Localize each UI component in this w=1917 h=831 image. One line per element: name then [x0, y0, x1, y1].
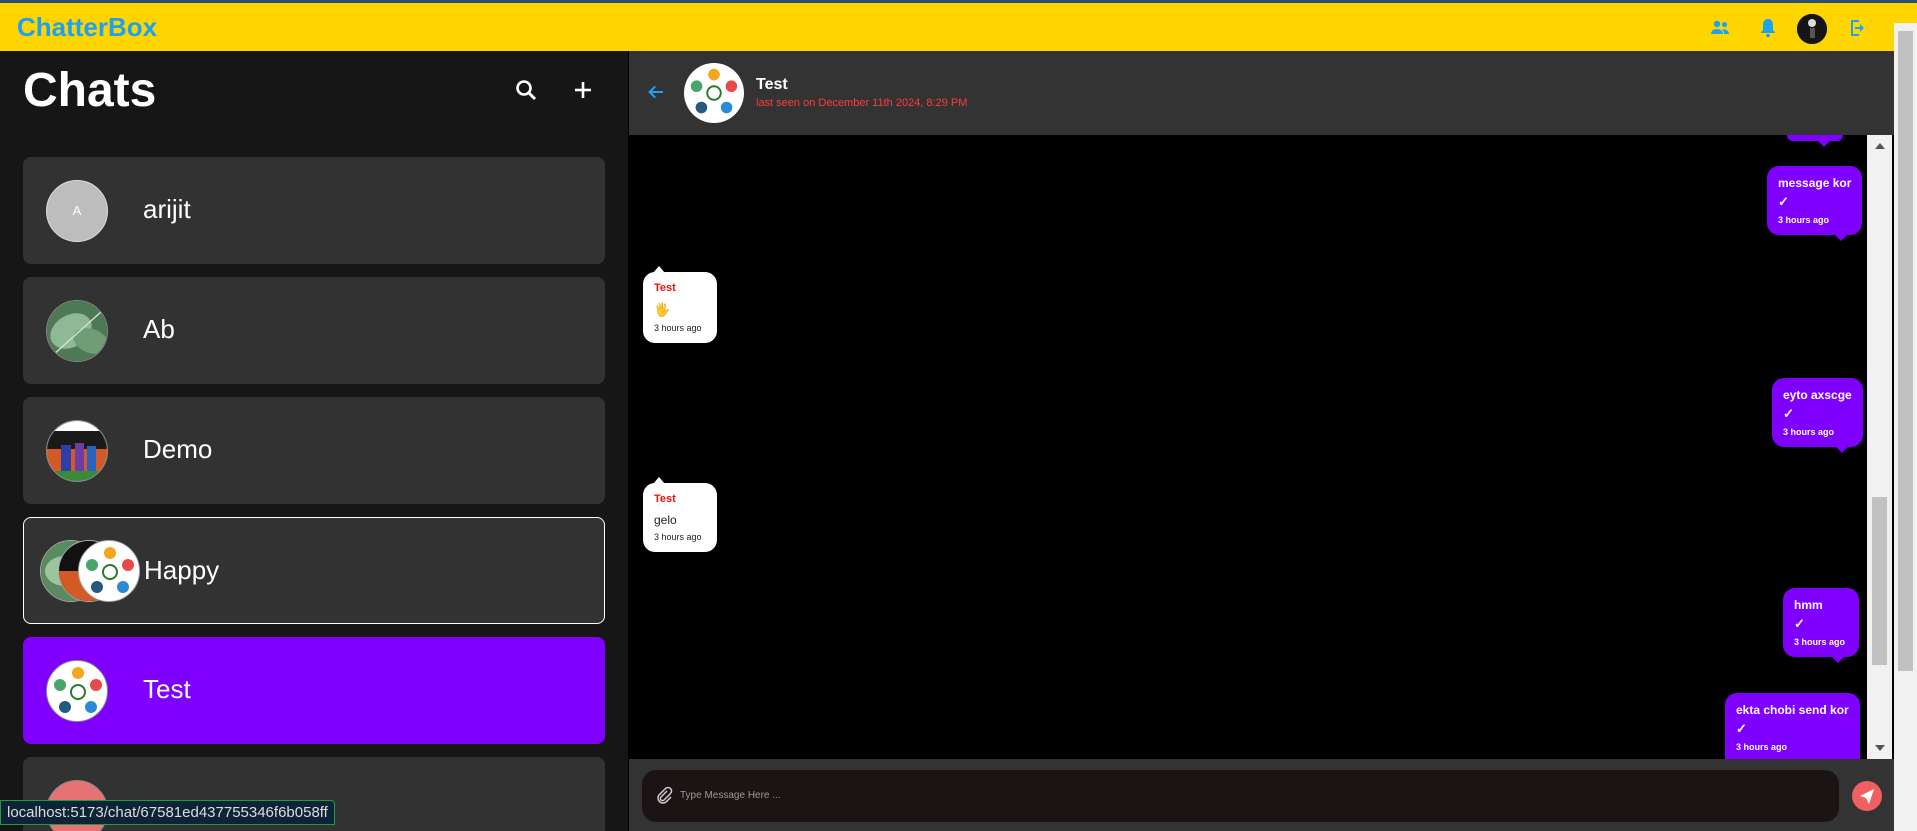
message-input[interactable]	[680, 780, 1820, 810]
status-bar-url: localhost:5173/chat/67581ed437755346f6b0…	[0, 800, 335, 825]
message-bubble-received: Test 🖐 3 hours ago	[643, 266, 717, 343]
chat-sidebar: Chats A arijit Ab Demo Happy Test	[0, 51, 628, 831]
chat-name: arijit	[143, 194, 191, 224]
chat-item-demo[interactable]: Demo	[23, 397, 605, 504]
search-icon[interactable]	[511, 75, 541, 105]
chat-item-test[interactable]: Test	[23, 637, 605, 744]
message-bubble-sent: message kor ✓ 3 hours ago	[1767, 166, 1863, 241]
page-scrollbar[interactable]	[1894, 23, 1917, 831]
user-avatar[interactable]	[1797, 14, 1827, 44]
message-bubble-received: Test gelo 3 hours ago	[643, 477, 717, 552]
top-bar: ChatterBox	[0, 0, 1917, 51]
message-composer	[629, 759, 1894, 831]
chat-item-ab[interactable]: Ab	[23, 277, 605, 384]
send-icon	[1860, 789, 1874, 804]
chat-avatar[interactable]	[684, 63, 744, 123]
logout-icon[interactable]	[1846, 16, 1870, 40]
chat-name: Test	[143, 674, 191, 704]
message-bubble-sent: hmm ✓ 3 hours ago	[1783, 588, 1859, 663]
sidebar-title: Chats	[23, 64, 157, 117]
avatar	[46, 300, 108, 362]
app-root: ChatterBox Chats A arijit Ab Demo Happy …	[0, 0, 1917, 831]
messages-scrollbar[interactable]	[1867, 135, 1892, 759]
paperclip-icon[interactable]	[654, 785, 674, 805]
page-scroll-thumb[interactable]	[1898, 31, 1913, 671]
last-seen-text: last seen on December 11th 2024, 8:29 PM	[756, 97, 968, 109]
scroll-up-arrow-icon[interactable]	[1875, 143, 1885, 149]
chat-title: Test	[756, 76, 788, 93]
brand-logo[interactable]: ChatterBox	[17, 12, 157, 43]
message-input-wrapper	[642, 770, 1839, 822]
message-bubble-sent: eyto axscge ✓ 3 hours ago	[1772, 378, 1863, 453]
scroll-thumb[interactable]	[1872, 497, 1887, 665]
chat-panel: Test last seen on December 11th 2024, 8:…	[629, 51, 1894, 831]
plus-icon[interactable]	[568, 75, 598, 105]
avatar	[46, 420, 108, 482]
message-bubble-partial	[1787, 135, 1843, 147]
group-avatars	[40, 540, 140, 602]
avatar	[46, 660, 108, 722]
group-icon[interactable]	[1708, 16, 1732, 40]
chat-item-arijit[interactable]: A arijit	[23, 157, 605, 264]
chat-name: Demo	[143, 434, 213, 464]
chat-name: Ab	[143, 314, 175, 344]
back-arrow-icon[interactable]	[645, 81, 667, 103]
message-bubble-sent: ekta chobi send kor ✓ 3 hours ago	[1725, 693, 1860, 759]
scroll-down-arrow-icon[interactable]	[1875, 745, 1885, 751]
chat-item-happy[interactable]: Happy	[23, 517, 605, 624]
chat-header: Test last seen on December 11th 2024, 8:…	[629, 51, 1894, 135]
chat-name: Happy	[144, 555, 220, 585]
bell-icon[interactable]	[1756, 16, 1780, 40]
send-button[interactable]	[1852, 781, 1882, 811]
avatar: A	[46, 180, 108, 242]
